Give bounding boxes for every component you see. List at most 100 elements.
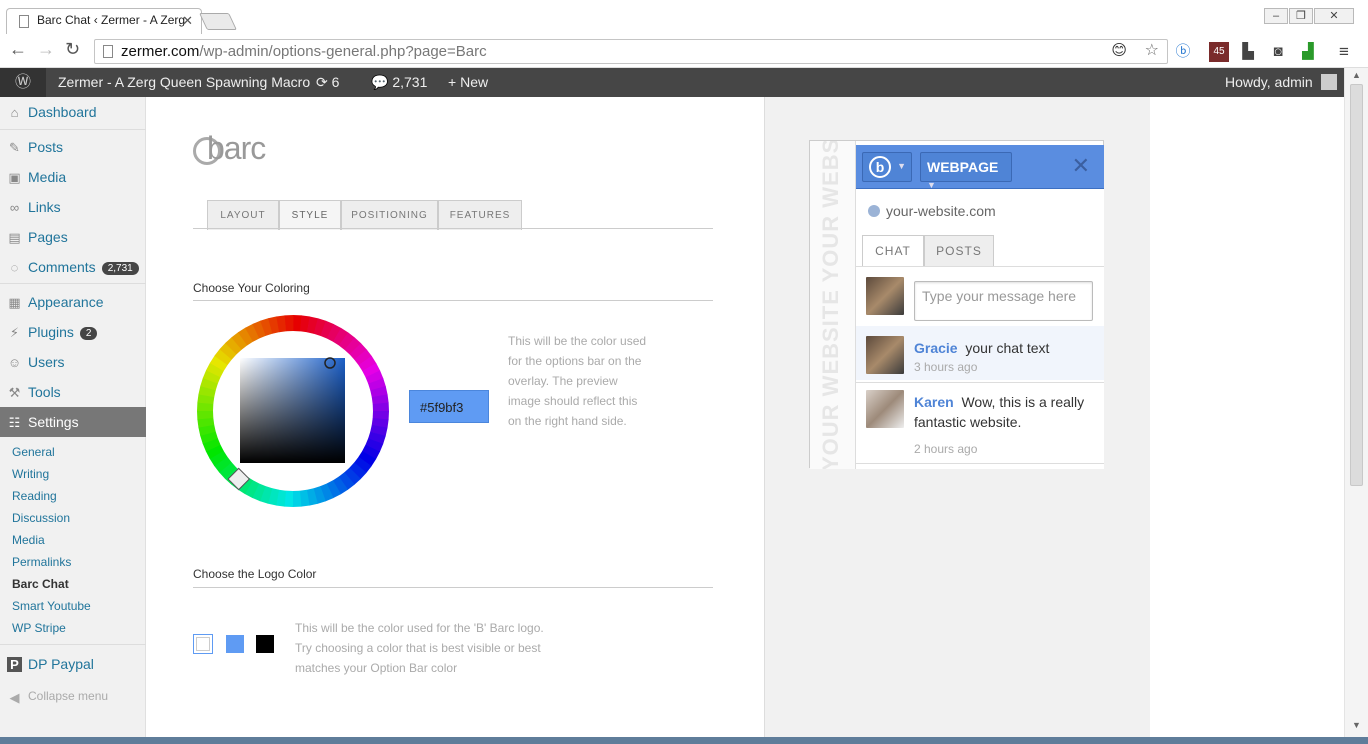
list-item: Gracie your chat text 3 hours ago	[856, 326, 1104, 380]
extension-icon[interactable]: ▙	[1238, 42, 1258, 62]
tabs-divider	[193, 228, 713, 229]
tab-layout[interactable]: LAYOUT	[207, 200, 279, 230]
updates-icon: ⟳	[316, 74, 328, 90]
close-icon[interactable]: ✕	[1072, 153, 1090, 179]
hex-color-input[interactable]: #5f9bf3	[409, 390, 489, 423]
color-wheel[interactable]	[193, 311, 393, 511]
wordpress-logo-icon[interactable]: Ⓦ	[0, 68, 46, 97]
page-icon	[19, 15, 29, 28]
hue-ring-segment[interactable]	[197, 410, 214, 420]
chevron-down-icon: ▼	[897, 161, 906, 171]
hue-ring-segment[interactable]	[372, 402, 389, 412]
menu-plugins[interactable]: ⚡ Plugins 2	[0, 317, 146, 347]
menu-label: Plugins	[28, 324, 74, 340]
menu-dashboard[interactable]: ⌂ Dashboard	[0, 97, 146, 127]
menu-settings[interactable]: ☷ Settings	[0, 407, 155, 437]
menu-icon[interactable]: ≡	[1334, 42, 1354, 62]
message-user[interactable]: Gracie	[914, 340, 958, 356]
menu-media[interactable]: ▣ Media	[0, 162, 146, 192]
chat-tab-posts[interactable]: POSTS	[924, 235, 994, 267]
minimize-icon[interactable]: –	[1264, 8, 1288, 24]
message-divider	[856, 382, 1104, 383]
scrollbar-thumb[interactable]	[1350, 84, 1363, 486]
submenu-writing[interactable]: Writing	[12, 467, 49, 481]
tab-features[interactable]: FEATURES	[438, 200, 522, 230]
browser-tab[interactable]: Barc Chat ‹ Zermer - A Zerg ✕	[6, 8, 202, 34]
message-user[interactable]: Karen	[914, 394, 954, 410]
submenu-smart-youtube[interactable]: Smart Youtube	[12, 599, 91, 613]
barc-b-icon: b	[869, 156, 891, 178]
page-icon	[103, 45, 113, 58]
avatar	[866, 336, 904, 374]
page-scrollbar[interactable]: ▲ ▼	[1344, 68, 1368, 744]
comments-badge: 2,731	[101, 262, 139, 275]
message-divider	[856, 463, 1104, 464]
address-bar[interactable]: zermer.com/wp-admin/options-general.php?…	[94, 39, 1168, 64]
swatch-black[interactable]	[256, 635, 274, 653]
swatch-white[interactable]	[193, 634, 213, 654]
swatch-blue[interactable]	[226, 635, 244, 653]
submenu-discussion[interactable]: Discussion	[12, 511, 70, 525]
reload-icon[interactable]: ↻	[65, 39, 80, 60]
site-url: your-website.com	[868, 203, 996, 219]
forward-icon[interactable]: →	[37, 39, 55, 60]
menu-label: Posts	[28, 139, 64, 155]
collapse-menu[interactable]: ◀ Collapse menu	[0, 682, 146, 712]
plugins-badge: 2	[79, 327, 98, 340]
menu-links[interactable]: ∞ Links	[0, 192, 146, 222]
back-icon[interactable]: ←	[9, 39, 27, 60]
menu-label: Comments	[28, 259, 96, 275]
chat-tab-chat[interactable]: CHAT	[862, 235, 924, 267]
submenu-permalinks[interactable]: Permalinks	[12, 555, 71, 569]
extension-green-icon[interactable]: ▟	[1298, 42, 1318, 62]
close-tab-icon[interactable]: ✕	[182, 13, 193, 29]
account-menu[interactable]: Howdy, admin	[1225, 68, 1337, 97]
submenu-general[interactable]: General	[12, 445, 55, 459]
settings-main: barc LAYOUT STYLE POSITIONING FEATURES C…	[146, 97, 764, 744]
menu-tools[interactable]: ⚒ Tools	[0, 377, 146, 407]
menu-label: Appearance	[28, 294, 104, 310]
menu-posts[interactable]: ✎ Posts	[0, 132, 146, 162]
submenu-media[interactable]: Media	[12, 533, 45, 547]
tab-style[interactable]: STYLE	[279, 200, 341, 230]
menu-comments[interactable]: ◌ Comments 2,731	[0, 252, 146, 282]
comment-icon: ◌	[10, 260, 19, 275]
submenu-barc-chat[interactable]: Barc Chat	[12, 577, 69, 591]
message-input[interactable]: Type your message here	[914, 281, 1093, 321]
comments-link[interactable]: 💬 2,731	[371, 68, 427, 97]
webpage-label: WEBPAGE	[927, 159, 999, 175]
extension-badge-icon[interactable]: 45	[1209, 42, 1229, 62]
close-window-icon[interactable]: ✕	[1314, 8, 1354, 24]
bookmark-star-icon[interactable]: ☆	[1145, 40, 1159, 60]
new-tab-button[interactable]	[199, 13, 237, 30]
media-icon: ▣	[8, 170, 21, 185]
emoji-extension-icon[interactable]: 😊	[1111, 41, 1127, 59]
tab-positioning[interactable]: POSITIONING	[341, 200, 438, 230]
updates-link[interactable]: ⟳ 6	[316, 68, 339, 97]
menu-label: DP Paypal	[28, 656, 94, 672]
menu-users[interactable]: ☺ Users	[0, 347, 146, 377]
menu-dp-paypal[interactable]: P DP Paypal	[0, 649, 146, 679]
new-content-link[interactable]: + New	[448, 68, 488, 97]
bing-extension-icon[interactable]: ⓑ	[1173, 42, 1193, 62]
page-margin	[1150, 97, 1344, 744]
barc-b-button[interactable]: b ▼	[862, 152, 912, 182]
os-taskbar	[0, 737, 1368, 744]
message-text: Gracie your chat text	[914, 338, 1049, 358]
camera-icon[interactable]: ◙	[1268, 42, 1288, 62]
brightness-overlay	[240, 358, 345, 463]
hue-ring-segment[interactable]	[292, 490, 302, 507]
comments-count: 2,731	[392, 74, 428, 90]
hue-ring-segment[interactable]	[284, 315, 294, 332]
scroll-down-icon[interactable]: ▼	[1352, 720, 1361, 730]
scroll-up-icon[interactable]: ▲	[1352, 70, 1361, 80]
menu-appearance[interactable]: ▦ Appearance	[0, 287, 146, 317]
admin-sidebar: ⌂ Dashboard ✎ Posts ▣ Media ∞ Links ▤ Pages ◌…	[0, 97, 155, 744]
menu-pages[interactable]: ▤ Pages	[0, 222, 146, 252]
restore-icon[interactable]: ❐	[1289, 8, 1313, 24]
avatar	[866, 390, 904, 428]
submenu-reading[interactable]: Reading	[12, 489, 57, 503]
site-name-link[interactable]: Zermer - A Zerg Queen Spawning Macro	[58, 68, 310, 97]
submenu-wp-stripe[interactable]: WP Stripe	[12, 621, 66, 635]
webpage-button[interactable]: WEBPAGE ▼	[920, 152, 1012, 190]
